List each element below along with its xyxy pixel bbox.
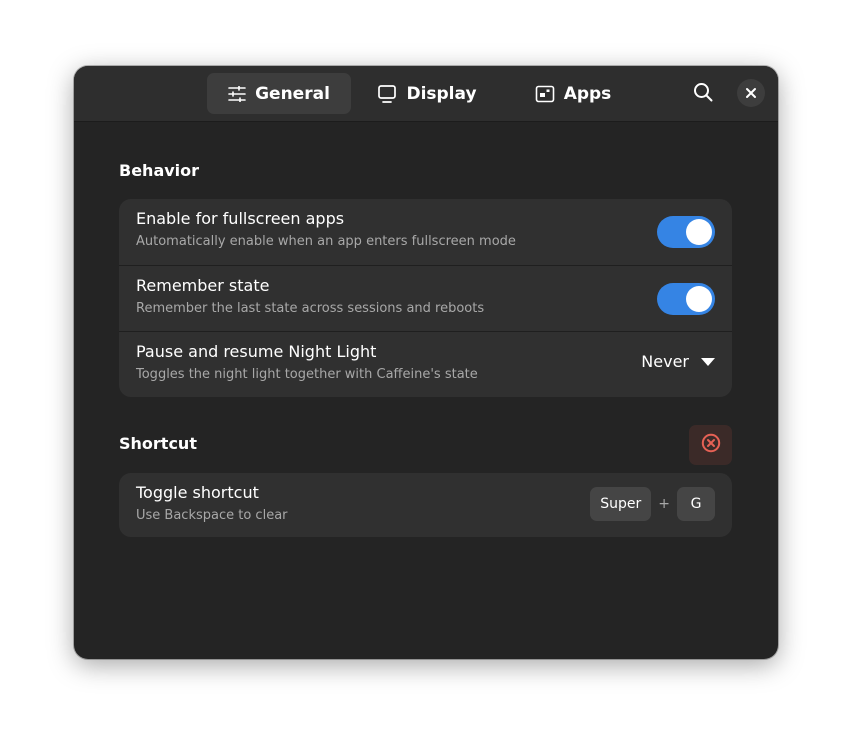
fullscreen-apps-title: Enable for fullscreen apps: [136, 209, 345, 228]
night-light-row[interactable]: Pause and resume Night Light Toggles the…: [119, 331, 732, 397]
close-button[interactable]: [737, 79, 765, 107]
night-light-value: Never: [641, 352, 689, 371]
header-bar: General Display Apps: [74, 66, 778, 122]
toggle-shortcut-title: Toggle shortcut: [136, 483, 259, 502]
shortcut-section-title: Shortcut: [119, 434, 197, 453]
tab-display[interactable]: Display: [370, 73, 484, 114]
close-icon: [745, 84, 757, 103]
monitor-icon: [377, 84, 397, 104]
remember-state-row[interactable]: Remember state Remember the last state a…: [119, 265, 732, 331]
apps-window-icon: [535, 85, 555, 103]
behavior-section-title: Behavior: [119, 161, 200, 180]
switch-knob: [686, 219, 712, 245]
fullscreen-apps-row[interactable]: Enable for fullscreen apps Automatically…: [119, 199, 732, 265]
shortcut-card: Toggle shortcut Use Backspace to clear S…: [119, 473, 732, 537]
tab-apps-label: Apps: [563, 83, 612, 104]
shortcut-key-super: Super: [590, 487, 652, 521]
switch-knob: [686, 286, 712, 312]
remember-state-title: Remember state: [136, 276, 270, 295]
shortcut-key-g: G: [677, 487, 715, 521]
shortcut-separator: +: [658, 496, 670, 512]
sliders-icon: [228, 85, 246, 102]
clear-shortcut-button[interactable]: [689, 425, 732, 465]
preferences-window: General Display Apps Behavior Enable for…: [74, 66, 778, 659]
tab-general-label: General: [255, 83, 330, 104]
night-light-subtitle: Toggles the night light together with Ca…: [136, 367, 478, 382]
behavior-card: Enable for fullscreen apps Automatically…: [119, 199, 732, 397]
pan-down-icon: [701, 352, 715, 371]
remember-state-switch[interactable]: [657, 283, 715, 315]
tab-apps[interactable]: Apps: [529, 73, 617, 114]
search-icon: [693, 82, 713, 106]
night-light-title: Pause and resume Night Light: [136, 342, 377, 361]
search-button[interactable]: [685, 77, 721, 111]
fullscreen-apps-subtitle: Automatically enable when an app enters …: [136, 234, 516, 249]
remember-state-subtitle: Remember the last state across sessions …: [136, 301, 485, 316]
night-light-dropdown[interactable]: Never: [641, 352, 715, 371]
toggle-shortcut-row[interactable]: Toggle shortcut Use Backspace to clear S…: [119, 473, 732, 537]
fullscreen-apps-switch[interactable]: [657, 216, 715, 248]
clear-circle-icon: [701, 433, 721, 457]
toggle-shortcut-subtitle: Use Backspace to clear: [136, 508, 288, 523]
tab-general[interactable]: General: [207, 73, 351, 114]
shortcut-keys[interactable]: Super + G: [590, 487, 715, 521]
tab-display-label: Display: [406, 83, 477, 104]
